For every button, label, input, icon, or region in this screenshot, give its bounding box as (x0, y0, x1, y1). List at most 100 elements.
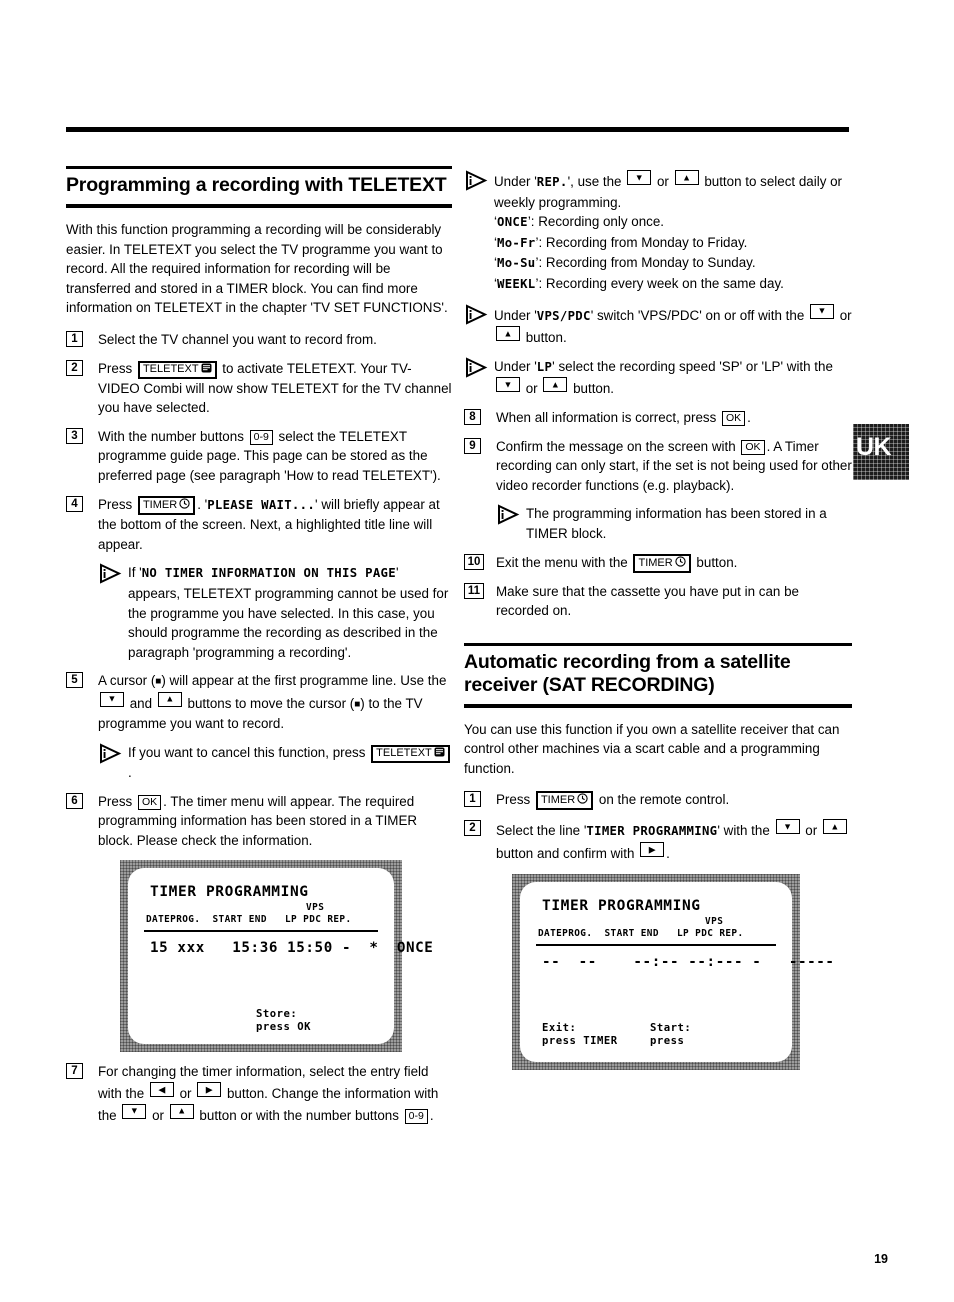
screen-title: TIMER PROGRAMMING (542, 897, 701, 914)
key-arrow-right[interactable]: ▶ (197, 1082, 222, 1098)
key-arrow-down[interactable]: ▼ (122, 1103, 147, 1119)
key-arrow-up[interactable]: ▲ (496, 326, 520, 342)
screen-display: TIMER PROGRAMMING VPS DATEPROG. START END … (128, 868, 433, 1045)
arrow-up-icon: ▲ (503, 328, 513, 339)
clock-icon (675, 555, 686, 571)
step-number: 9 (464, 437, 481, 454)
screen-text: VPS/PDC (536, 308, 591, 323)
key-arrow-left[interactable]: ◀ (149, 1082, 174, 1098)
screen-bezel: TIMER PROGRAMMING VPS DATEPROG. START END … (512, 874, 834, 1070)
key-timer[interactable]: TIMER (535, 791, 594, 811)
screen-column-headers: DATEPROG. START END LP PDC REP. (538, 927, 744, 939)
step-number: 7 (66, 1063, 83, 1080)
step-item: 7 For changing the timer information, sel… (66, 1062, 452, 1125)
screen-option-code: Mo-Fr (496, 235, 536, 250)
note-item: Under 'LP' select the recording speed 'S… (464, 357, 852, 399)
info-triangle-icon (98, 563, 122, 584)
step-item: 5A cursor (■) will appear at the first p… (66, 671, 452, 734)
heading-rule-bottom (66, 203, 452, 208)
screen-header-rule (536, 943, 776, 946)
key-arrow-up[interactable]: ▲ (157, 691, 182, 707)
arrow-up-icon: ▲ (682, 172, 692, 182)
key-0-9[interactable]: 0-9 (404, 1108, 428, 1124)
key-arrow-down[interactable]: ▼ (627, 170, 652, 185)
teletext-icon (434, 747, 445, 761)
key-ok[interactable]: OK (137, 794, 162, 810)
clock-icon (577, 793, 588, 808)
screen-timer-row: 15 xxx 15:36 15:50 - * ONCE (150, 940, 434, 957)
left-column: Programming a recording with TELETEXT Wi… (66, 166, 452, 1134)
step-number: 1 (66, 330, 83, 347)
arrow-down-icon: ▼ (783, 821, 792, 832)
key-arrow-up[interactable]: ▲ (674, 170, 699, 185)
arrow-down-icon: ▼ (503, 379, 513, 390)
key-timer[interactable]: TIMER (633, 553, 691, 573)
key-arrow-up[interactable]: ▲ (169, 1103, 194, 1119)
left-step-list: 1 Select the TV channel you want to recor… (66, 330, 452, 1125)
info-triangle-icon (464, 303, 488, 325)
page-number: 19 (874, 1252, 888, 1266)
locale-badge-label: UK (856, 433, 892, 461)
step-number: 10 (464, 553, 484, 570)
screen-text: NO TIMER INFORMATION ON THIS PAGE (141, 566, 396, 581)
arrow-up-icon: ▲ (550, 379, 560, 390)
page-title: Programming a recording with TELETEXT (66, 174, 447, 196)
tv-screen-figure: TIMER PROGRAMMING VPS DATEPROG. START END … (120, 860, 452, 1052)
screen-header-rule (144, 930, 378, 933)
key-arrow-right[interactable]: ▶ (640, 842, 665, 858)
screen-text: LP (536, 359, 553, 374)
arrow-up-icon: ▲ (177, 1105, 187, 1116)
arrow-down-icon: ▼ (817, 305, 827, 316)
section-heading-sat: Automatic recording from a satellite rec… (464, 642, 852, 708)
key-arrow-down[interactable]: ▼ (775, 819, 800, 835)
screen-option-code: WEEKL (496, 276, 536, 291)
screen-text: TIMER PROGRAMMING (586, 824, 718, 839)
screen-title: TIMER PROGRAMMING (150, 884, 309, 901)
key-arrow-down[interactable]: ▼ (496, 377, 520, 393)
screen-footer-exit: Exit: press TIMER (542, 1021, 618, 1047)
step-number: 3 (66, 427, 83, 444)
info-triangle-icon (496, 504, 520, 525)
arrow-up-icon: ▲ (165, 693, 175, 704)
sat-step-list: 1 Press TIMER on the remote control. 2 Sele… (464, 790, 852, 1069)
key-arrow-down[interactable]: ▼ (810, 303, 834, 319)
step-number: 2 (66, 359, 83, 376)
step-number: 6 (66, 792, 83, 809)
arrow-right-icon: ▶ (205, 1084, 213, 1095)
intro-paragraph: With this function programming a recordi… (66, 222, 448, 316)
screen-footer-start: Start: press (650, 1021, 692, 1047)
step-item: 3 With the number buttons 0-9 select the … (66, 427, 452, 486)
step-number: 4 (66, 495, 83, 512)
note-item: The programming information has been sto… (496, 504, 852, 543)
arrow-down-icon: ▼ (107, 693, 117, 704)
key-teletext[interactable]: TELETEXT (137, 360, 217, 379)
step-item: 11 Make sure that the cassette you have p… (464, 582, 852, 621)
key-teletext[interactable]: TELETEXT (371, 745, 450, 764)
cursor-block-icon: ■ (155, 676, 162, 688)
step-item: 1 Press TIMER on the remote control. (464, 790, 852, 811)
heading2-rule-bottom (464, 702, 852, 708)
manual-page: Programming a recording with TELETEXT Wi… (0, 0, 954, 1302)
key-arrow-up[interactable]: ▲ (822, 819, 847, 835)
key-arrow-down[interactable]: ▼ (100, 691, 124, 707)
note-item: Under 'VPS/PDC' switch 'VPS/PDC' on or o… (464, 303, 852, 348)
step-item: 9 Confirm the message on the screen with … (464, 437, 852, 496)
arrow-right-icon: ▶ (648, 844, 656, 855)
key-0-9[interactable]: 0-9 (249, 429, 273, 445)
step-item: 1 Select the TV channel you want to recor… (66, 330, 452, 350)
locale-badge-uk: UK (853, 424, 909, 480)
arrow-down-icon: ▼ (129, 1105, 139, 1116)
top-divider-rule (66, 127, 849, 132)
right-step-list: 8 When all information is correct, press … (464, 408, 852, 621)
key-ok[interactable]: OK (741, 439, 765, 455)
cursor-block-icon: ■ (354, 698, 361, 710)
teletext-icon (201, 363, 212, 377)
screen-timer-row: -- -- --:-- --:--- - ----- (542, 953, 835, 970)
key-ok[interactable]: OK (722, 410, 746, 426)
section-title-sat: Automatic recording from a satellite rec… (464, 650, 791, 696)
key-timer[interactable]: TIMER (137, 495, 196, 515)
arrow-left-icon: ◀ (158, 1084, 166, 1095)
step-number: 5 (66, 672, 83, 689)
key-arrow-up[interactable]: ▲ (543, 377, 568, 393)
info-triangle-icon (98, 743, 122, 764)
